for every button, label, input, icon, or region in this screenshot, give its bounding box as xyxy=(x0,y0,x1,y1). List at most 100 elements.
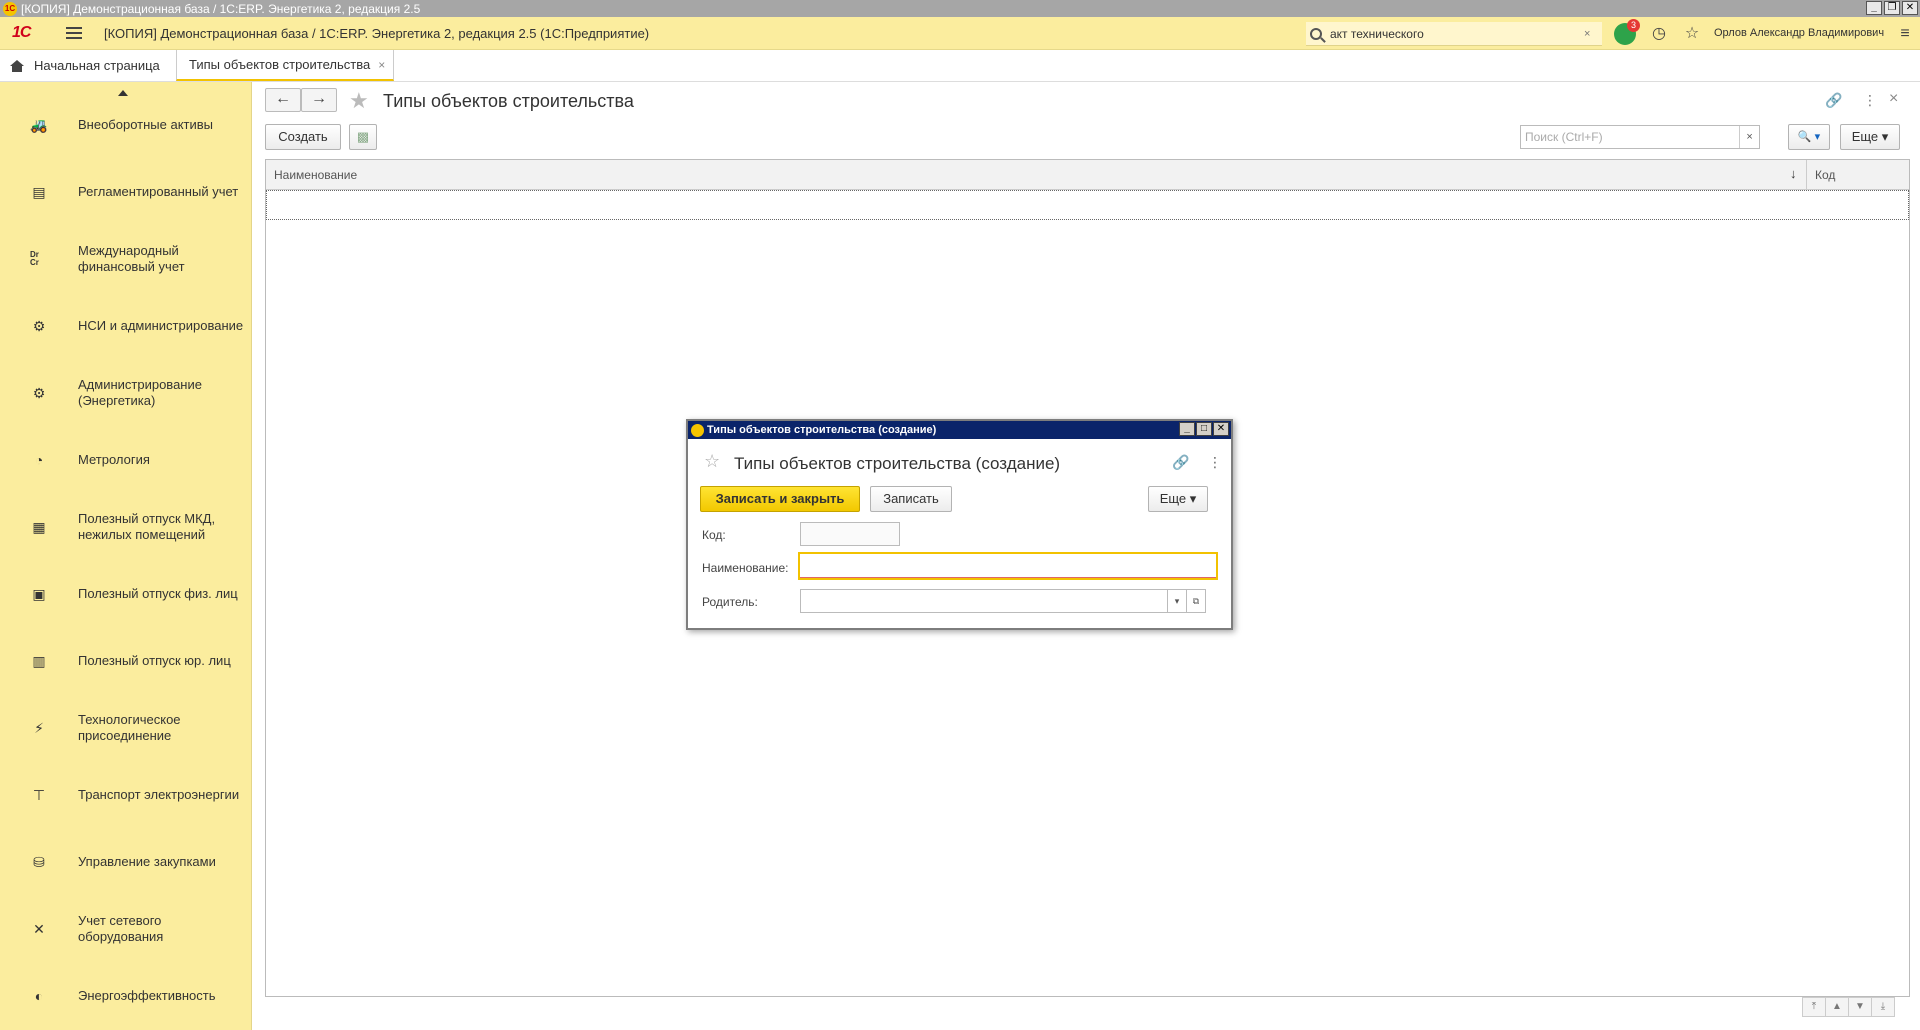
sidebar-item-energy-efficiency[interactable]: ◐ Энергоэффективность xyxy=(0,969,252,1023)
tabs-bar: Начальная страница Типы объектов строите… xyxy=(0,50,1920,82)
more-actions-icon[interactable]: ⋮ xyxy=(1863,92,1877,109)
home-icon xyxy=(10,59,24,72)
search-options-button[interactable]: 🔍 ▾ xyxy=(1788,124,1830,150)
sidebar-item-metrology[interactable]: ◔ Метрология xyxy=(0,433,252,487)
power-tower-icon: ⚡ xyxy=(34,719,44,736)
parent-label: Родитель: xyxy=(702,595,758,609)
sidebar-item-mkd-supply[interactable]: ▦ Полезный отпуск МКД, нежилых помещений xyxy=(0,500,252,554)
column-name-header[interactable]: Наименование xyxy=(274,168,357,182)
scroll-bottom-button[interactable]: ⤓ xyxy=(1871,997,1895,1017)
search-icon xyxy=(1310,27,1322,40)
sidebar-item-label: Учет сетевого оборудования xyxy=(78,913,164,944)
back-button[interactable]: ← xyxy=(265,88,301,112)
os-minimize-button[interactable]: _ xyxy=(1866,1,1882,15)
create-dialog: Типы объектов строительства (создание) _… xyxy=(686,419,1233,630)
tab-home[interactable]: Начальная страница xyxy=(0,50,176,81)
dialog-more-icon[interactable]: ⋮ xyxy=(1208,454,1222,471)
table-row[interactable] xyxy=(266,190,1909,220)
table-header: Наименование ↓ Код xyxy=(266,160,1909,190)
sidebar-item-label: Международный финансовый учет xyxy=(78,243,185,274)
tab-active-label: Типы объектов строительства xyxy=(189,57,371,72)
more-button[interactable]: Еще ▾ xyxy=(1840,124,1900,150)
dialog-more-button[interactable]: Еще ▾ xyxy=(1148,486,1208,512)
column-code-header[interactable]: Код xyxy=(1806,160,1910,190)
save-and-close-button[interactable]: Записать и закрыть xyxy=(700,486,860,512)
sort-arrow-icon: ↓ xyxy=(1790,166,1797,181)
favorites-star-icon[interactable]: ☆ xyxy=(1683,25,1701,43)
scroll-top-button[interactable]: ⤒ xyxy=(1802,997,1826,1017)
os-window-title: [КОПИЯ] Демонстрационная база / 1С:ERP. … xyxy=(21,1,421,16)
tractor-icon: 🚜 xyxy=(30,116,48,133)
list-search-input[interactable] xyxy=(1521,130,1740,144)
dialog-title: Типы объектов строительства (создание) xyxy=(734,454,1061,473)
gear-icon: ⚙ xyxy=(32,317,46,334)
dialog-titlebar[interactable]: Типы объектов строительства (создание) _… xyxy=(688,421,1231,439)
sidebar-item-network-equipment[interactable]: ✕ Учет сетевого оборудования xyxy=(0,902,252,956)
sidebar-item-label: Энергоэффективность xyxy=(78,988,216,1003)
dialog-favorite-star-icon[interactable]: ☆ xyxy=(704,451,720,472)
sidebar-item-legal-supply[interactable]: ▥ Полезный отпуск юр. лиц xyxy=(0,634,252,688)
global-search-input[interactable] xyxy=(1330,26,1580,41)
os-maximize-button[interactable]: ❐ xyxy=(1884,1,1900,15)
dr-cr-icon: Dr Cr xyxy=(30,250,39,267)
sidebar-item-fixed-assets[interactable]: 🚜 Внеоборотные активы xyxy=(0,98,252,152)
os-close-button[interactable]: ✕ xyxy=(1902,1,1918,15)
copy-icon[interactable]: ▩ xyxy=(349,124,377,150)
sidebar-item-energy-transport[interactable]: ⊤ Транспорт электроэнергии xyxy=(0,768,252,822)
search-clear-icon[interactable]: × xyxy=(1584,28,1590,40)
sidebar-item-label: Полезный отпуск МКД, нежилых помещений xyxy=(78,511,216,542)
notifications-badge: 3 xyxy=(1627,19,1640,32)
tab-close-icon[interactable]: × xyxy=(378,58,385,72)
close-form-icon[interactable]: × xyxy=(1889,90,1898,108)
sidebar-item-ifrs[interactable]: Dr Cr Международный финансовый учет xyxy=(0,232,252,286)
dialog-close-button[interactable]: ✕ xyxy=(1213,422,1229,436)
gauge-icon: ◔ xyxy=(34,452,44,468)
sidebar-scroll-up-icon[interactable] xyxy=(118,90,128,96)
list-search[interactable]: × xyxy=(1520,125,1760,149)
user-name[interactable]: Орлов Александр Владимирович xyxy=(1714,27,1884,39)
sidebar-item-regulated-accounting[interactable]: ▤ Регламентированный учет xyxy=(0,165,252,219)
sidebar-item-procurement[interactable]: ⛁ Управление закупками xyxy=(0,835,252,889)
global-search[interactable]: × xyxy=(1306,22,1602,46)
dialog-app-icon xyxy=(691,423,704,437)
save-button[interactable]: Записать xyxy=(870,486,952,512)
code-field[interactable] xyxy=(800,522,900,546)
notifications-bell-icon[interactable]: 3 xyxy=(1614,19,1640,45)
dialog-maximize-button[interactable]: □ xyxy=(1196,422,1212,436)
dialog-minimize-button[interactable]: _ xyxy=(1179,422,1195,436)
settings-menu-icon[interactable]: ≡ xyxy=(1896,25,1914,43)
history-icon[interactable]: ◷ xyxy=(1650,25,1668,43)
code-label: Код: xyxy=(702,528,726,542)
app-title: [КОПИЯ] Демонстрационная база / 1С:ERP. … xyxy=(104,25,650,41)
dialog-link-icon[interactable]: 🔗 xyxy=(1172,454,1189,471)
sidebar-item-individuals-supply[interactable]: ▣ Полезный отпуск физ. лиц xyxy=(0,567,252,621)
page-title: Типы объектов строительства xyxy=(383,91,634,111)
scroll-down-button[interactable]: ▼ xyxy=(1848,997,1872,1017)
parent-field[interactable] xyxy=(800,589,1168,613)
app-header: 1С [КОПИЯ] Демонстрационная база / 1С:ER… xyxy=(0,17,1920,50)
forward-button[interactable]: → xyxy=(301,88,337,112)
gear-icon: ⚙ xyxy=(32,384,46,401)
tab-construction-types[interactable]: Типы объектов строительства × xyxy=(176,50,395,81)
sidebar-item-label: Администрирование (Энергетика) xyxy=(78,377,202,408)
link-icon[interactable]: 🔗 xyxy=(1825,92,1842,109)
sidebar-item-tech-connection[interactable]: ⚡ Технологическое присоединение xyxy=(0,701,252,755)
sidebar-item-label: Технологическое присоединение xyxy=(78,712,181,743)
search-clear-icon[interactable]: × xyxy=(1739,126,1759,148)
sidebar-item-nsi-admin[interactable]: ⚙ НСИ и администрирование xyxy=(0,299,252,353)
app-logo-icon: 1С xyxy=(3,1,17,16)
favorite-star-icon[interactable]: ★ xyxy=(349,88,369,114)
os-titlebar: 1С [КОПИЯ] Демонстрационная база / 1С:ER… xyxy=(0,0,1920,17)
leaf-icon: ◐ xyxy=(34,988,44,1004)
parent-open-icon[interactable]: ⧉ xyxy=(1186,589,1206,613)
sidebar-item-label: Метрология xyxy=(78,452,150,467)
building-icon: ▦ xyxy=(32,518,46,535)
main-menu-icon[interactable] xyxy=(66,27,82,39)
sidebar-item-admin-energy[interactable]: ⚙ Администрирование (Энергетика) xyxy=(0,366,252,420)
1c-logo[interactable]: 1С xyxy=(12,24,46,42)
name-field[interactable] xyxy=(798,552,1218,580)
create-button[interactable]: Создать xyxy=(265,124,341,150)
parent-dropdown-icon[interactable]: ▾ xyxy=(1167,589,1187,613)
scroll-up-button[interactable]: ▲ xyxy=(1825,997,1849,1017)
power-pole-icon: ⊤ xyxy=(32,786,46,803)
